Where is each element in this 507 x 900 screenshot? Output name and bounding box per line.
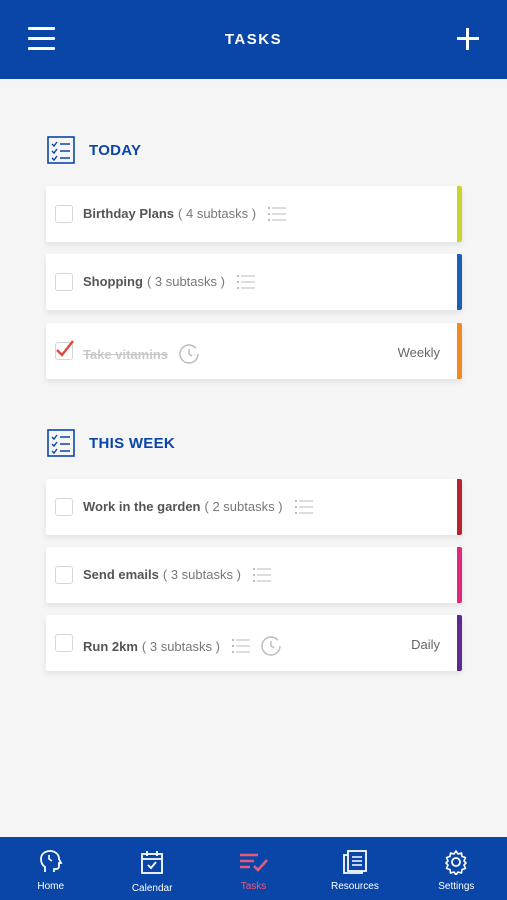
app-header: TASKS: [0, 0, 507, 79]
tab-calendar[interactable]: Calendar: [101, 837, 202, 900]
task-frequency: Daily: [411, 637, 440, 652]
task-subtasks: ( 4 subtasks ): [178, 206, 257, 221]
add-task-button[interactable]: [457, 28, 479, 50]
task-name: Birthday Plans: [83, 206, 175, 221]
page-title: TASKS: [224, 31, 283, 48]
tab-tasks[interactable]: Tasks: [203, 837, 304, 900]
task-name: Take vitamins: [83, 346, 169, 362]
task-name: Send emails: [83, 567, 159, 582]
subtasks-list-icon[interactable]: [268, 206, 287, 221]
section-title: THIS WEEK: [89, 434, 176, 452]
gear-icon: [445, 850, 468, 875]
section-header-today: TODAY: [47, 135, 141, 165]
tab-label: Settings: [438, 881, 475, 892]
subtasks-list-icon[interactable]: [231, 639, 250, 653]
task-name: Shopping: [83, 274, 143, 289]
task-row[interactable]: Work in the garden ( 2 subtasks ): [46, 479, 462, 535]
task-color-bar: [457, 323, 462, 379]
task-row[interactable]: Send emails ( 3 subtasks ): [46, 547, 462, 603]
subtasks-list-icon[interactable]: [236, 274, 255, 289]
tab-home[interactable]: Home: [0, 837, 101, 900]
bottom-tab-bar: Home Calendar Tasks Resources Settings: [0, 837, 507, 900]
task-subtasks: ( 2 subtasks ): [204, 499, 283, 514]
task-subtasks: ( 3 subtasks ): [141, 638, 220, 654]
resources-icon: [343, 850, 367, 874]
tasks-icon: [239, 853, 268, 872]
repeat-icon: [261, 636, 281, 656]
checklist-icon: [47, 136, 75, 164]
task-color-bar: [457, 479, 462, 535]
subtasks-list-icon[interactable]: [252, 567, 271, 582]
section-header-this-week: THIS WEEK: [47, 428, 175, 458]
task-name: Work in the garden: [83, 499, 201, 514]
task-subtasks: ( 3 subtasks ): [162, 567, 241, 582]
tab-label: Resources: [331, 881, 379, 892]
task-color-bar: [457, 547, 462, 603]
section-title: TODAY: [89, 141, 142, 159]
checklist-icon: [47, 429, 75, 457]
calendar-icon: [141, 851, 164, 874]
checkmark-icon: [56, 340, 74, 357]
task-name: Run 2km: [83, 638, 138, 654]
subtasks-list-icon[interactable]: [294, 499, 313, 514]
task-checkbox-checked[interactable]: [55, 340, 74, 360]
task-frequency: Weekly: [397, 345, 440, 360]
task-row[interactable]: Take vitamins Weekly: [46, 323, 462, 379]
tab-label: Calendar: [131, 883, 173, 894]
tab-label: Home: [37, 881, 65, 892]
task-checkbox[interactable]: [55, 634, 73, 652]
task-subtasks: ( 3 subtasks ): [146, 274, 225, 289]
task-row[interactable]: Shopping ( 3 subtasks ): [46, 254, 462, 310]
tab-label: Tasks: [240, 881, 267, 892]
task-checkbox[interactable]: [55, 566, 73, 584]
repeat-icon: [179, 344, 199, 364]
task-row[interactable]: Birthday Plans ( 4 subtasks ): [46, 186, 462, 242]
tab-settings[interactable]: Settings: [406, 837, 507, 900]
task-checkbox[interactable]: [55, 273, 73, 291]
tab-resources[interactable]: Resources: [304, 837, 405, 900]
task-color-bar: [457, 615, 462, 671]
task-checkbox[interactable]: [55, 205, 73, 223]
head-icon: [39, 850, 63, 872]
task-row[interactable]: Run 2km ( 3 subtasks ) Daily: [46, 615, 462, 671]
task-color-bar: [457, 186, 462, 242]
task-checkbox[interactable]: [55, 498, 73, 516]
task-color-bar: [457, 254, 462, 310]
